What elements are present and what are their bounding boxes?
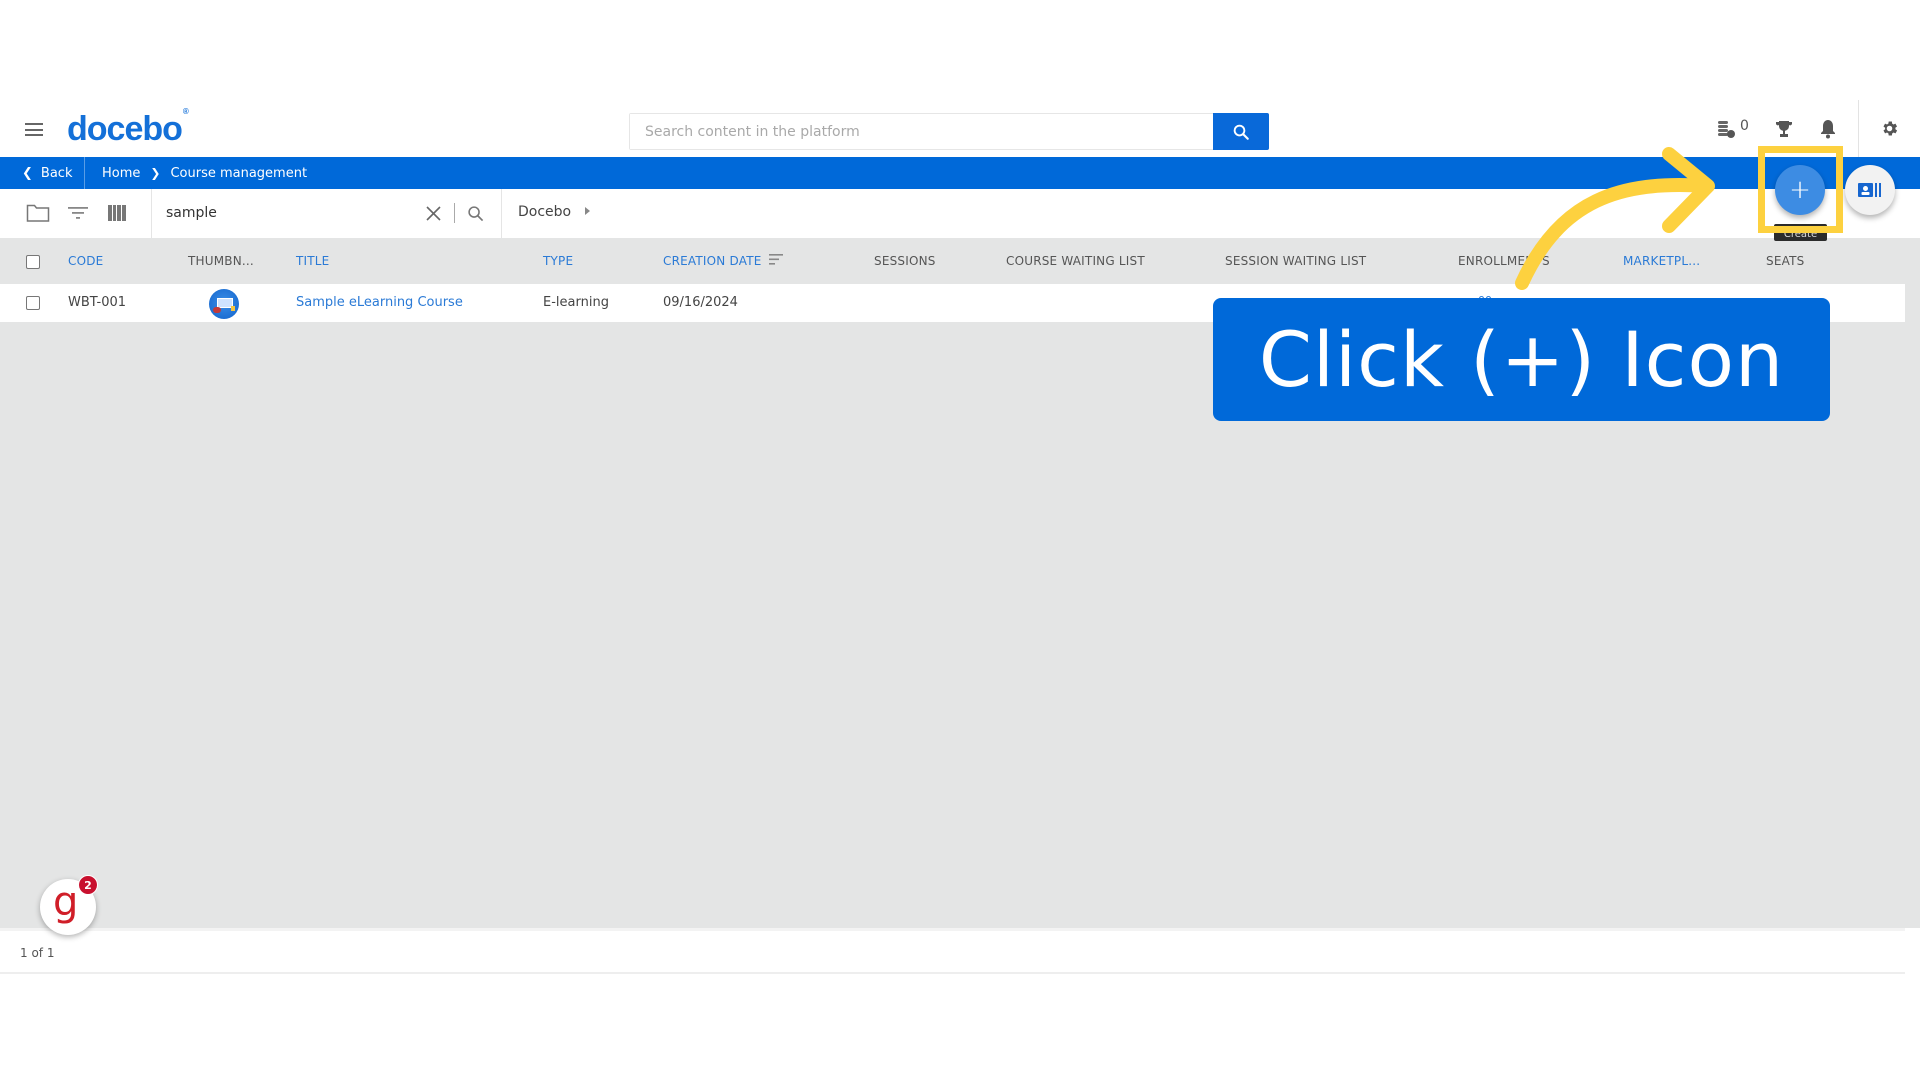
search-icon [1233,124,1249,140]
instruction-callout: Click (+) Icon [1213,298,1830,421]
coins-count: 0 [1740,118,1749,134]
column-header-seats: SEATS [1766,254,1805,268]
header-divider [1858,100,1859,157]
logo-text: docebo [67,110,183,148]
chevron-left-icon: ❮ [22,165,33,181]
sort-icon [768,254,783,265]
platform-search [629,113,1269,150]
creation-date-label: CREATION DATE [663,254,762,268]
folder-label: Docebo [518,204,572,220]
course-thumbnail [209,289,239,319]
search-icon[interactable] [467,205,484,222]
cell-code: WBT-001 [68,295,127,310]
column-header-thumbnail: THUMBN... [188,254,254,268]
menu-icon[interactable] [25,123,43,136]
bell-icon[interactable] [1820,119,1836,139]
gear-icon[interactable] [1880,119,1899,138]
trophy-icon[interactable] [1775,119,1793,139]
column-header-enrollments: ENROLLMENTS [1458,254,1550,268]
column-header-creation-date[interactable]: CREATION DATE [663,254,783,268]
coins-icon[interactable] [1716,119,1736,139]
clear-icon[interactable] [426,206,441,221]
course-filter-input[interactable] [166,199,406,227]
select-all-checkbox[interactable] [26,255,40,269]
filter-icon[interactable] [68,206,88,220]
platform-search-button[interactable] [1213,113,1269,150]
caret-right-icon [585,207,591,215]
column-header-marketplace[interactable]: MARKETPL... [1623,254,1700,268]
column-header-type[interactable]: TYPE [543,254,573,268]
breadcrumb-bar: ❮ Back Home ❯ Course management [0,157,1920,189]
toolbar-divider [151,189,152,238]
back-button[interactable]: ❮ Back [0,157,85,189]
input-separator [454,203,455,223]
breadcrumb: Home ❯ Course management [102,157,307,189]
contact-card-button[interactable] [1845,165,1895,215]
back-label: Back [40,165,73,181]
logo-mark: ® [182,106,189,116]
breadcrumb-home[interactable]: Home [102,166,140,181]
column-header-title[interactable]: TITLE [296,254,329,268]
table-header: CODE THUMBN... TITLE TYPE CREATION DATE … [0,238,1920,284]
folder-breadcrumb[interactable]: Docebo [518,204,591,220]
table-toolbar: Docebo [0,189,1920,238]
cell-title-link[interactable]: Sample eLearning Course [296,295,463,310]
docebo-logo[interactable]: docebo® [67,106,189,149]
table-footer: 1 of 1 [0,928,1905,974]
breadcrumb-current: Course management [170,165,308,181]
guide-logo-icon: g [53,879,79,925]
highlight-box [1758,146,1843,233]
cell-type: E-learning [543,295,609,310]
contact-card-icon [1858,183,1881,197]
platform-search-input[interactable] [630,114,1215,149]
column-header-code[interactable]: CODE [68,254,103,268]
columns-icon[interactable] [108,205,126,221]
chevron-right-icon: ❯ [150,166,161,180]
pagination-label: 1 of 1 [20,946,55,960]
top-header: docebo® 0 [0,100,1920,157]
folder-icon[interactable] [26,203,50,223]
column-header-course-waiting-list: COURSE WAITING LIST [1006,254,1145,268]
column-header-session-waiting-list: SESSION WAITING LIST [1225,254,1367,268]
notification-count-badge: 2 [78,875,98,895]
toolbar-divider [501,189,502,238]
column-header-sessions: SESSIONS [874,254,936,268]
row-checkbox[interactable] [26,296,40,310]
cell-creation-date: 09/16/2024 [663,295,738,310]
guide-widget-button[interactable]: g 2 [40,875,98,935]
